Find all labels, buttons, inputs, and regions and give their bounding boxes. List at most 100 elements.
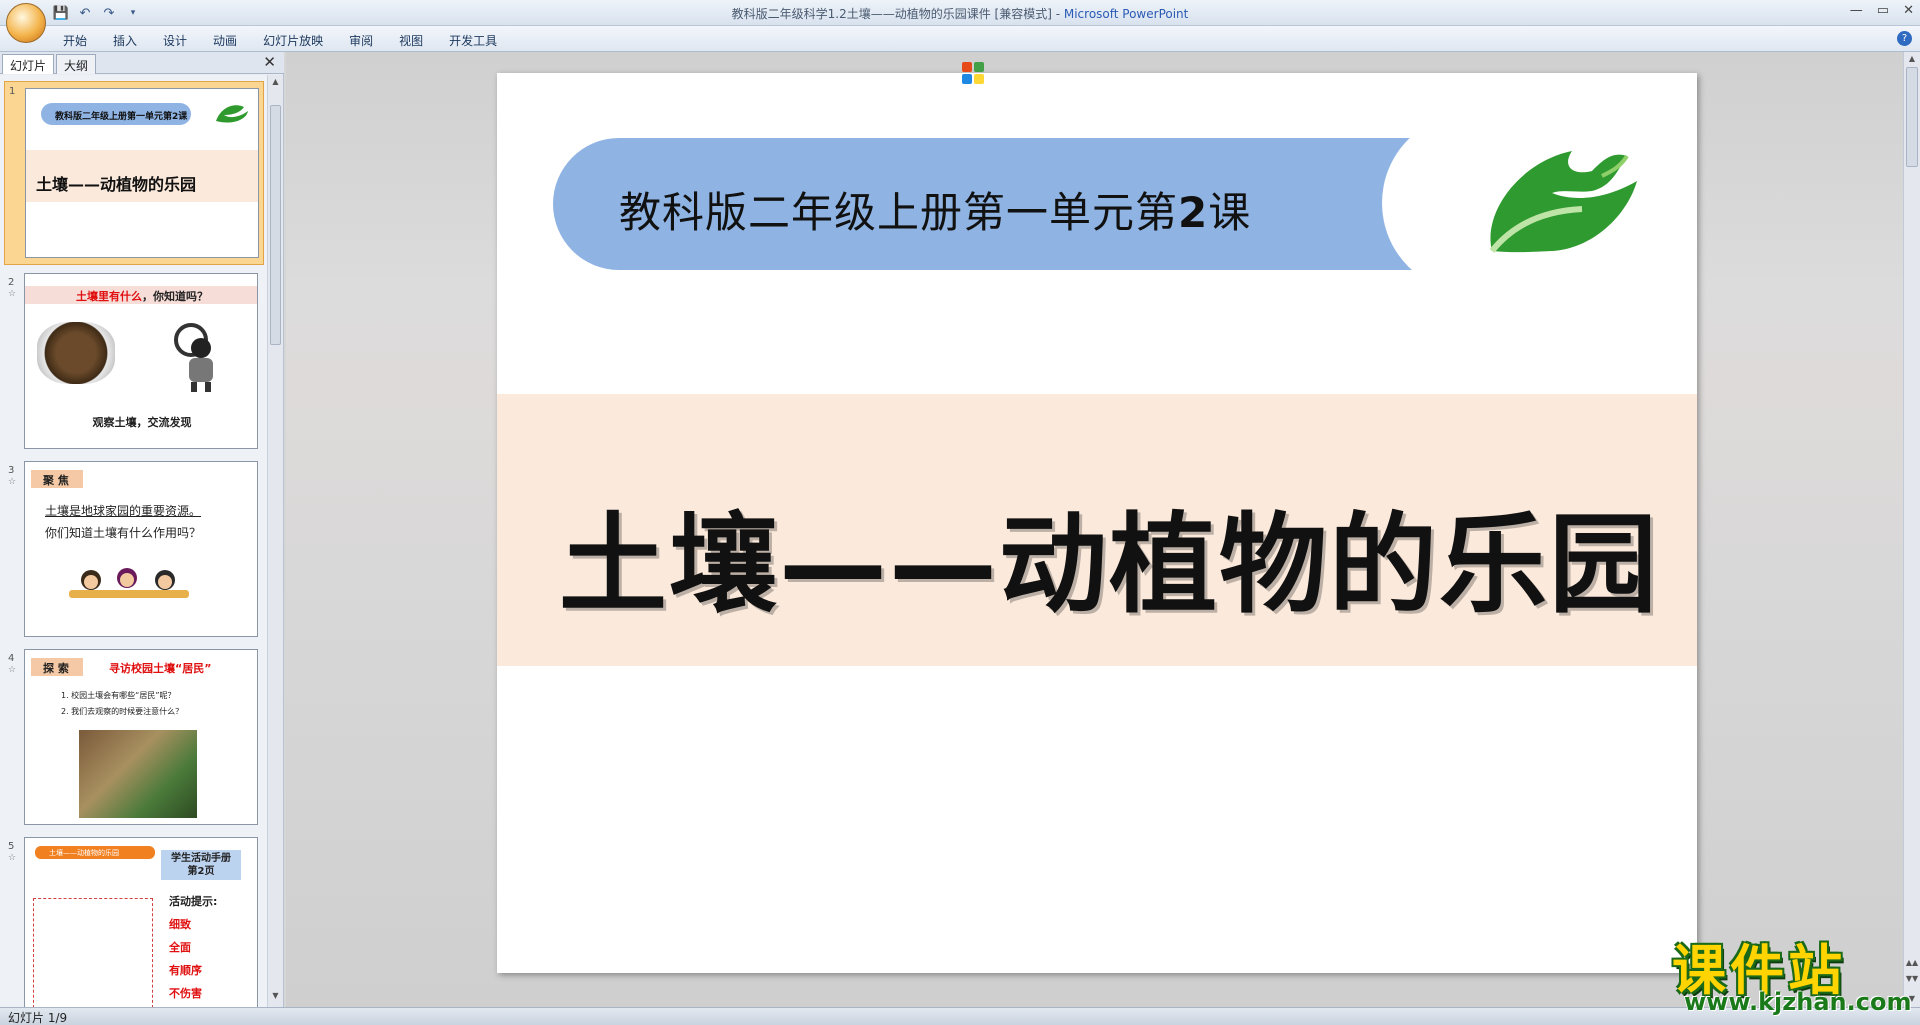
leaf-logo-icon: [216, 105, 248, 123]
thumb-title: 寻访校园土壤“居民”: [109, 662, 212, 675]
slide-counter: 幻灯片 1/9: [8, 1011, 68, 1025]
tab-animations[interactable]: 动画: [200, 30, 250, 51]
scroll-down-icon[interactable]: ▼: [268, 991, 283, 1005]
slide-number: 1: [9, 86, 16, 97]
tab-view[interactable]: 视图: [386, 30, 436, 51]
thumb-tip-word: 有顺序: [169, 964, 202, 977]
save-icon[interactable]: 💾: [52, 4, 70, 22]
scroll-thumb[interactable]: [270, 105, 281, 345]
slide-thumbnail-1[interactable]: 1 教科版二年级上册第一单元第2课 土壤——动植物的乐园: [4, 81, 264, 265]
site-watermark: 课件站 www.kjzhan.com: [1668, 926, 1911, 1016]
ribbon-tab-list: 开始 插入 设计 动画 幻灯片放映 审阅 视图 开发工具: [50, 30, 510, 51]
animation-star-icon: ☆: [8, 289, 17, 299]
thumb-workbook-box: 学生活动手册 第2页: [161, 850, 241, 880]
magnifier-character-image: [174, 323, 213, 392]
slide-header-text[interactable]: 教科版二年级上册第一单元第2课: [619, 179, 1251, 240]
close-pane-icon[interactable]: ✕: [263, 53, 276, 71]
watermark-url: www.kjzhan.com: [1684, 988, 1912, 1016]
thumb-question-1: 1. 校园土壤会有哪些“居民”呢？: [61, 691, 176, 700]
minimize-icon[interactable]: —: [1850, 3, 1863, 18]
slide-number: 5: [8, 841, 15, 852]
scroll-thumb[interactable]: [1906, 67, 1918, 167]
thumbnail-canvas: 聚 焦 土壤是地球家园的重要资源。 你们知道土壤有什么作用吗？: [24, 461, 258, 637]
thumbnail-scrollbar[interactable]: ▲ ▼: [267, 75, 283, 1007]
tab-home[interactable]: 开始: [50, 30, 100, 51]
document-title: 教科版二年级科学1.2土壤——动植物的乐园课件 [兼容模式] -: [731, 7, 1064, 21]
help-icon[interactable]: ?: [1897, 31, 1912, 46]
tab-insert[interactable]: 插入: [100, 30, 150, 51]
header-number: 2: [1178, 188, 1209, 237]
header-prefix: 教科版二年级上册第一单元第: [619, 188, 1179, 237]
thumb-tip-label: 活动提示:: [169, 895, 218, 908]
leaf-logo-icon: [1489, 151, 1637, 253]
thumb-header-pill: 教科版二年级上册第一单元第2课: [41, 103, 191, 125]
previous-slide-icon[interactable]: ▲▲: [1904, 958, 1920, 967]
tab-slideshow[interactable]: 幻灯片放映: [250, 30, 336, 51]
powerpoint-window: 教科版二年级科学1.2土壤——动植物的乐园课件 [兼容模式] - Microso…: [0, 0, 1920, 1025]
thumb-line-2: 你们知道土壤有什么作用吗？: [45, 526, 202, 540]
animation-star-icon: ☆: [8, 853, 17, 863]
thumb-line-1: 土壤是地球家园的重要资源。: [45, 504, 202, 518]
workbook-page: 第2页: [187, 866, 215, 877]
slides-pane: 幻灯片 大纲 ✕ 1 教科版二年级上册第一单元第2课 土壤——动植物的乐园 2: [0, 52, 284, 1007]
header-suffix: 课: [1208, 188, 1252, 237]
thumb-tag: 聚 焦: [31, 470, 83, 488]
thumb-heading: 土壤里有什么，你知道吗？: [25, 286, 257, 304]
status-bar: 幻灯片 1/9: [0, 1007, 1920, 1025]
slide-number: 3: [8, 465, 15, 476]
soil-bowl-image: [37, 322, 115, 384]
thumb-tag: 探 索: [31, 658, 83, 676]
main-scrollbar[interactable]: ▲ ▲▲ ▼▼ ▼: [1903, 52, 1920, 1007]
slide-thumbnail-3[interactable]: 3 ☆ 聚 焦 土壤是地球家园的重要资源。 你们知道土壤有什么作用吗？: [4, 461, 264, 641]
thumb-banner: 土壤——动植物的乐园: [35, 846, 155, 859]
children-illustration-image: [69, 568, 189, 598]
scroll-up-icon[interactable]: ▲: [268, 77, 283, 91]
next-slide-icon[interactable]: ▼▼: [1904, 974, 1920, 983]
undo-icon[interactable]: ↶: [76, 4, 94, 22]
heading-red-text: 土壤里有什么: [76, 290, 142, 303]
thumb-tip-word: 不伤害: [169, 987, 202, 1000]
gardening-photo-image: [79, 730, 197, 818]
window-title: 教科版二年级科学1.2土壤——动植物的乐园课件 [兼容模式] - Microso…: [0, 5, 1920, 22]
thumb-title: 土壤——动植物的乐园: [36, 175, 197, 194]
office-logo-icon: [962, 62, 984, 84]
animation-star-icon: ☆: [8, 477, 17, 487]
scroll-up-icon[interactable]: ▲: [1904, 54, 1920, 63]
thumbnail-canvas: 探 索 寻访校园土壤“居民” 1. 校园土壤会有哪些“居民”呢？ 2. 我们去观…: [24, 649, 258, 825]
slide-number: 2: [8, 277, 15, 288]
slide-thumbnail-4[interactable]: 4 ☆ 探 索 寻访校园土壤“居民” 1. 校园土壤会有哪些“居民”呢？ 2. …: [4, 649, 264, 829]
ribbon-tabs: 开始 插入 设计 动画 幻灯片放映 审阅 视图 开发工具 ?: [0, 26, 1920, 52]
thumb-question-2: 2. 我们去观察的时候要注意什么？: [61, 707, 184, 716]
thumbnail-list: 1 教科版二年级上册第一单元第2课 土壤——动植物的乐园 2 ☆ 土壤里有什么，…: [0, 75, 268, 1007]
quick-access-toolbar: 💾 ↶ ↷ ▾: [52, 4, 142, 22]
thumbnail-canvas: 土壤——动植物的乐园 学生活动手册 第2页 活动提示: 细致 全面 有顺序 不伤害: [24, 837, 258, 1007]
thumb-caption: 观察土壤，交流发现: [92, 416, 192, 429]
redo-icon[interactable]: ↷: [100, 4, 118, 22]
office-button[interactable]: [6, 3, 984, 84]
animation-star-icon: ☆: [8, 665, 17, 675]
thumb-tip-word: 全面: [169, 941, 191, 954]
tab-outline[interactable]: 大纲: [56, 54, 97, 74]
thumb-tip-word: 细致: [169, 918, 191, 931]
thumbnail-canvas: 土壤里有什么，你知道吗？ 观察土壤，交流发现: [24, 273, 258, 449]
customize-qat-icon[interactable]: ▾: [124, 4, 142, 22]
pane-tabs: 幻灯片 大纲 ✕: [0, 52, 284, 74]
heading-rest-text: ，你知道吗？: [142, 290, 208, 303]
app-name: Microsoft PowerPoint: [1063, 7, 1189, 21]
close-icon[interactable]: ✕: [1903, 3, 1914, 18]
maximize-icon[interactable]: ▭: [1877, 3, 1889, 18]
slide-title[interactable]: 土壤——动植物的乐园: [559, 478, 1659, 634]
tab-review[interactable]: 审阅: [336, 30, 386, 51]
slide-canvas[interactable]: 教科版二年级上册第一单元第2课 土壤——动植物的乐园: [497, 73, 1697, 973]
tab-slides[interactable]: 幻灯片: [2, 54, 55, 74]
tab-design[interactable]: 设计: [150, 30, 200, 51]
title-bar: 教科版二年级科学1.2土壤——动植物的乐园课件 [兼容模式] - Microso…: [0, 0, 1920, 26]
slide-thumbnail-2[interactable]: 2 ☆ 土壤里有什么，你知道吗？ 观察土壤，交流发现: [4, 273, 264, 453]
slide-number: 4: [8, 653, 15, 664]
slide-thumbnail-5[interactable]: 5 ☆ 土壤——动植物的乐园 学生活动手册 第2页 活动提示: 细致 全面 有顺序…: [4, 837, 264, 1007]
workbook-title: 学生活动手册: [171, 853, 231, 864]
tab-developer[interactable]: 开发工具: [436, 30, 510, 51]
thumbnail-canvas: 教科版二年级上册第一单元第2课 土壤——动植物的乐园: [25, 88, 259, 258]
window-controls: — ▭ ✕: [1850, 3, 1914, 18]
thumb-worksheet-image: [33, 898, 153, 1007]
